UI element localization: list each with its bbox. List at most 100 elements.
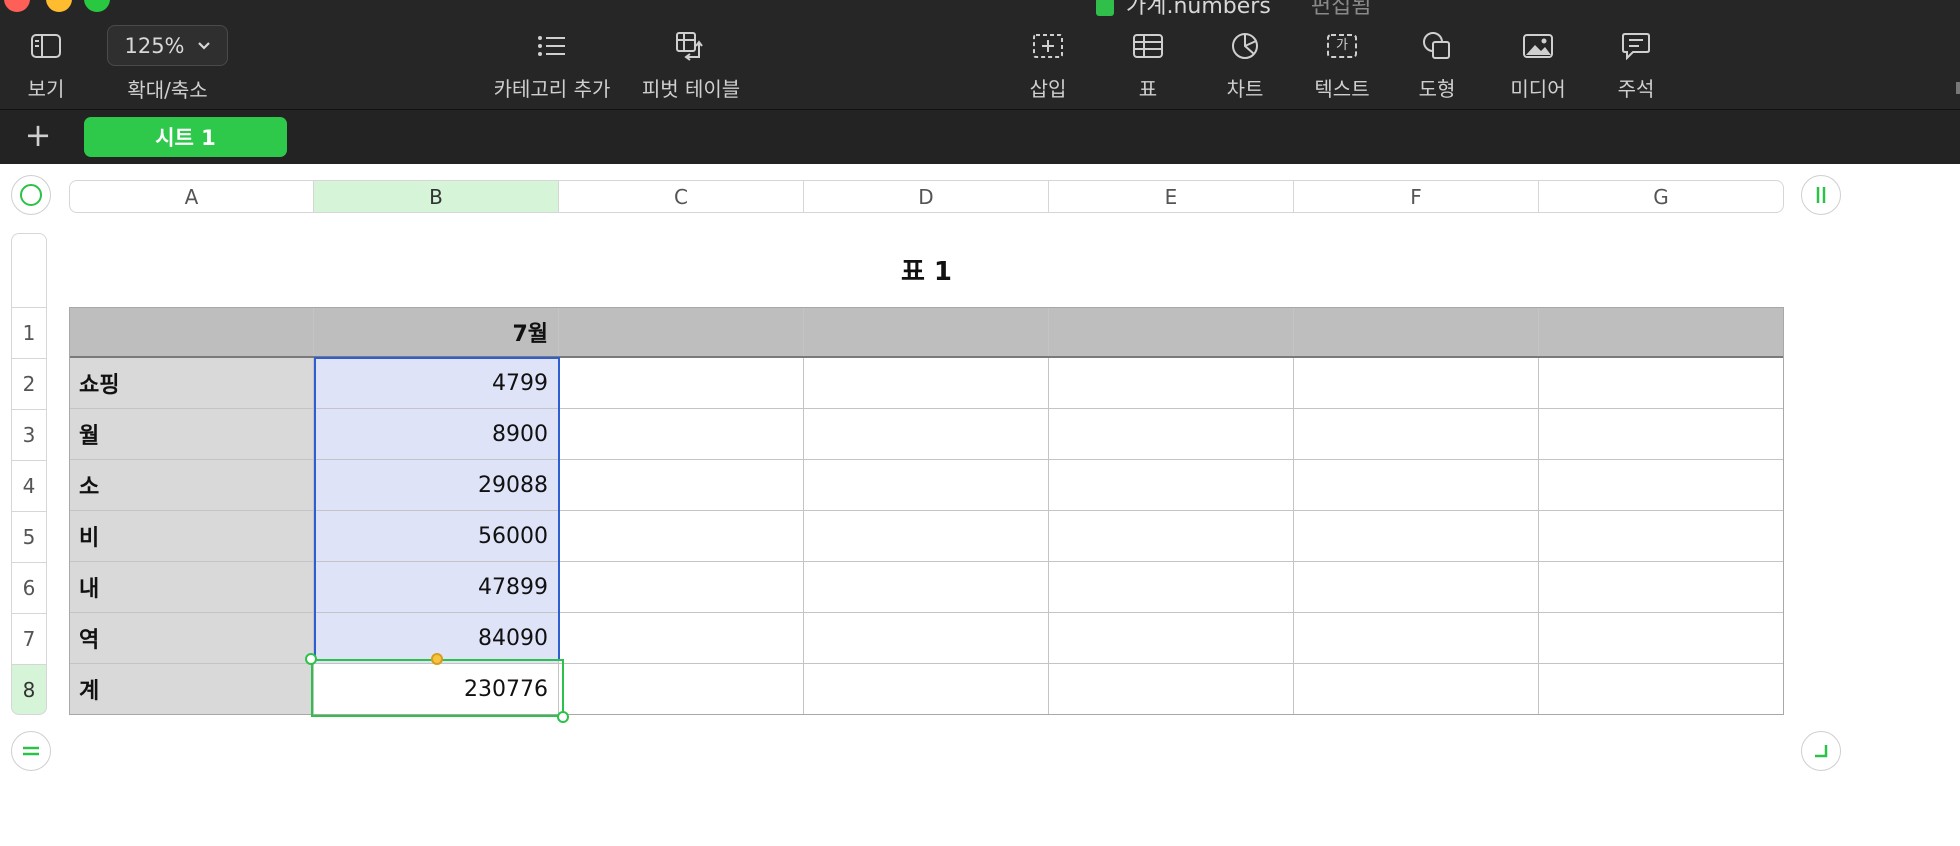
- cell-f8[interactable]: [1294, 664, 1539, 715]
- selection-handle-bottom-right[interactable]: [557, 711, 569, 723]
- toolbar-overflow-indicator: [1956, 82, 1960, 94]
- circle-icon: [20, 184, 42, 206]
- column-header-c[interactable]: C: [559, 180, 804, 213]
- shape-icon: [1422, 29, 1452, 63]
- cell-g3[interactable]: [1539, 409, 1784, 460]
- shape-button[interactable]: 도형: [1407, 0, 1467, 109]
- cell-b3[interactable]: 8900: [314, 409, 559, 460]
- cell-g8[interactable]: [1539, 664, 1784, 715]
- row-header-8[interactable]: 8: [11, 664, 47, 715]
- autofill-handle[interactable]: [431, 653, 443, 665]
- toolbar: 가계.numbers 편집됨 보기 125% 확대/축소 카테고리 추가 피벗 테…: [0, 0, 1960, 110]
- cell-d2[interactable]: [804, 358, 1049, 409]
- cell-g5[interactable]: [1539, 511, 1784, 562]
- cell-c5[interactable]: [559, 511, 804, 562]
- cell-g7[interactable]: [1539, 613, 1784, 664]
- cell-e6[interactable]: [1049, 562, 1294, 613]
- cell-d1[interactable]: [804, 307, 1049, 358]
- column-header-f[interactable]: F: [1294, 180, 1539, 213]
- cell-f3[interactable]: [1294, 409, 1539, 460]
- cell-a1[interactable]: [69, 307, 314, 358]
- cell-e2[interactable]: [1049, 358, 1294, 409]
- cell-e5[interactable]: [1049, 511, 1294, 562]
- resize-corner-icon: [1815, 745, 1828, 758]
- sheet-tab-1[interactable]: 시트 1: [84, 117, 287, 157]
- cell-e8[interactable]: [1049, 664, 1294, 715]
- column-header-b[interactable]: B: [314, 180, 559, 213]
- cell-c1[interactable]: [559, 307, 804, 358]
- row-header-5[interactable]: 5: [11, 511, 47, 562]
- column-header-a[interactable]: A: [69, 180, 314, 213]
- cell-g6[interactable]: [1539, 562, 1784, 613]
- cell-f7[interactable]: [1294, 613, 1539, 664]
- cell-b1[interactable]: 7월: [314, 307, 559, 358]
- zoom-select[interactable]: 125%: [107, 25, 228, 66]
- cell-d7[interactable]: [804, 613, 1049, 664]
- cell-c2[interactable]: [559, 358, 804, 409]
- shape-label: 도형: [1418, 77, 1456, 101]
- cell-e1[interactable]: [1049, 307, 1294, 358]
- cell-g1[interactable]: [1539, 307, 1784, 358]
- cell-b8[interactable]: 230776: [314, 664, 559, 715]
- row-header-1[interactable]: 1: [11, 307, 47, 358]
- add-sheet-button[interactable]: +: [22, 119, 54, 152]
- cell-d5[interactable]: [804, 511, 1049, 562]
- add-category-button[interactable]: 카테고리 추가: [488, 0, 616, 109]
- cell-b5[interactable]: 56000: [314, 511, 559, 562]
- cell-a6[interactable]: 내: [69, 562, 314, 613]
- cell-f6[interactable]: [1294, 562, 1539, 613]
- cell-a2[interactable]: 쇼핑: [69, 358, 314, 409]
- media-button[interactable]: 미디어: [1500, 0, 1576, 109]
- cell-a3[interactable]: 월: [69, 409, 314, 460]
- row-header-6[interactable]: 6: [11, 562, 47, 613]
- cell-c6[interactable]: [559, 562, 804, 613]
- select-table-button[interactable]: [11, 175, 51, 215]
- cell-g2[interactable]: [1539, 358, 1784, 409]
- cell-e7[interactable]: [1049, 613, 1294, 664]
- table-grid: 7월 쇼핑 4799 월 8900 소 29088 비 56000 내 47899 역 84090 계 23…: [69, 307, 1784, 715]
- selection-handle-top-left[interactable]: [305, 653, 317, 665]
- add-column-handle[interactable]: [1801, 175, 1841, 215]
- cell-a4[interactable]: 소: [69, 460, 314, 511]
- column-header-e[interactable]: E: [1049, 180, 1294, 213]
- cell-f2[interactable]: [1294, 358, 1539, 409]
- cell-b6[interactable]: 47899: [314, 562, 559, 613]
- cell-g4[interactable]: [1539, 460, 1784, 511]
- pivot-table-button[interactable]: 피벗 테이블: [636, 0, 746, 109]
- row-header-2[interactable]: 2: [11, 358, 47, 409]
- cell-b2[interactable]: 4799: [314, 358, 559, 409]
- table-button[interactable]: 표: [1118, 0, 1178, 109]
- row-header-7[interactable]: 7: [11, 613, 47, 664]
- zoom-window-button[interactable]: [84, 0, 110, 12]
- cell-b4[interactable]: 29088: [314, 460, 559, 511]
- cell-d4[interactable]: [804, 460, 1049, 511]
- cell-d8[interactable]: [804, 664, 1049, 715]
- cell-f4[interactable]: [1294, 460, 1539, 511]
- cell-a7[interactable]: 역: [69, 613, 314, 664]
- column-header-g[interactable]: G: [1539, 180, 1784, 213]
- cell-d6[interactable]: [804, 562, 1049, 613]
- cell-d3[interactable]: [804, 409, 1049, 460]
- cell-c8[interactable]: [559, 664, 804, 715]
- row-header-4[interactable]: 4: [11, 460, 47, 511]
- cell-c3[interactable]: [559, 409, 804, 460]
- table-title[interactable]: 표 1: [69, 251, 1784, 288]
- column-header-d[interactable]: D: [804, 180, 1049, 213]
- cell-c7[interactable]: [559, 613, 804, 664]
- cell-e4[interactable]: [1049, 460, 1294, 511]
- cell-f1[interactable]: [1294, 307, 1539, 358]
- insert-button[interactable]: 삽입: [1018, 0, 1078, 109]
- text-button[interactable]: 가 텍스트: [1307, 0, 1377, 109]
- cell-a8[interactable]: 계: [69, 664, 314, 715]
- cell-e3[interactable]: [1049, 409, 1294, 460]
- add-row-handle[interactable]: [11, 731, 51, 771]
- chart-button[interactable]: 차트: [1215, 0, 1275, 109]
- row-header-title-area: [11, 233, 47, 307]
- resize-table-handle[interactable]: [1801, 731, 1841, 771]
- comment-button[interactable]: 주석: [1606, 0, 1666, 109]
- cell-c4[interactable]: [559, 460, 804, 511]
- cell-f5[interactable]: [1294, 511, 1539, 562]
- cell-a5[interactable]: 비: [69, 511, 314, 562]
- row-header-3[interactable]: 3: [11, 409, 47, 460]
- view-button[interactable]: 보기: [12, 0, 80, 109]
